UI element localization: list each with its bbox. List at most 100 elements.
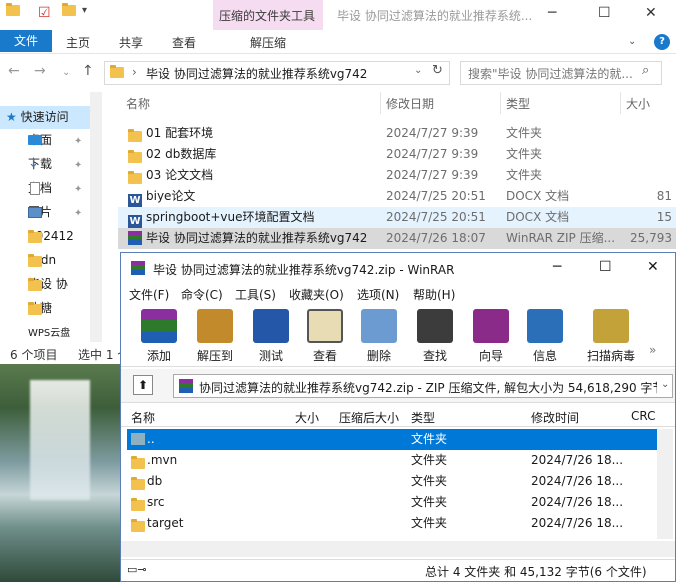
- file-row[interactable]: 02 db数据库 2024/7/27 9:39 文件夹: [118, 144, 676, 165]
- archive-row[interactable]: target 文件夹 2024/7/26 18...: [127, 513, 657, 534]
- archive-hscrollbar[interactable]: [121, 541, 675, 557]
- file-row-selected[interactable]: 毕设 协同过滤算法的就业推荐系统vg742 2024/7/26 18:07 WinR…: [118, 228, 676, 249]
- sidebar-item-folder[interactable]: csdn: [0, 249, 102, 272]
- new-folder-icon[interactable]: [62, 3, 78, 21]
- sidebar-scrollbar[interactable]: [90, 92, 102, 350]
- delete-button[interactable]: 删除: [351, 307, 407, 365]
- archive-row[interactable]: .mvn 文件夹 2024/7/26 18...: [127, 450, 657, 471]
- column-crc[interactable]: CRC: [631, 409, 656, 423]
- winrar-title: 毕设 协同过滤算法的就业推荐系统vg742.zip - WinRAR: [153, 263, 455, 277]
- archive-row-selected[interactable]: .. 文件夹: [127, 429, 657, 450]
- search-icon[interactable]: ⌕: [642, 63, 649, 78]
- wizard-button[interactable]: 向导: [463, 307, 519, 365]
- tab-share[interactable]: 共享: [119, 34, 143, 51]
- delete-icon: [361, 309, 397, 343]
- properties-icon[interactable]: ☑: [38, 5, 54, 21]
- archive-scrollbar[interactable]: [657, 429, 673, 539]
- column-date[interactable]: 修改日期: [386, 95, 434, 112]
- tab-extract[interactable]: 解压缩: [250, 34, 286, 51]
- sidebar-item-desktop[interactable]: 桌面: [0, 129, 102, 152]
- column-type[interactable]: 类型: [506, 95, 530, 112]
- breadcrumb[interactable]: 毕设 协同过滤算法的就业推荐系统vg742: [146, 65, 367, 82]
- quick-access-dropdown-icon[interactable]: ▾: [82, 5, 98, 21]
- up-folder-icon[interactable]: ⬆: [133, 375, 153, 395]
- forward-icon[interactable]: →: [34, 63, 46, 79]
- sidebar-item-folder[interactable]: 毕设 协: [0, 273, 102, 296]
- column-packed-size[interactable]: 压缩后大小: [339, 409, 399, 426]
- toolbar-more-icon[interactable]: »: [649, 343, 656, 357]
- column-size[interactable]: 大小: [295, 409, 319, 426]
- add-button[interactable]: 添加: [131, 307, 187, 365]
- test-icon: [253, 309, 289, 343]
- column-type[interactable]: 类型: [411, 409, 435, 426]
- winrar-icon: [128, 231, 142, 252]
- view-button[interactable]: 查看: [297, 307, 353, 365]
- sidebar-item-downloads[interactable]: 下载: [0, 153, 102, 176]
- wizard-icon: [473, 309, 509, 343]
- file-row[interactable]: 01 配套环境 2024/7/27 9:39 文件夹: [118, 123, 676, 144]
- file-row[interactable]: Wspringboot+vue环境配置文档 2024/7/25 20:51 DOCX…: [118, 207, 676, 229]
- file-row[interactable]: Wbiye论文 2024/7/25 20:51 DOCX 文档 81: [118, 186, 676, 208]
- find-button[interactable]: 查找: [407, 307, 463, 365]
- test-button[interactable]: 测试: [243, 307, 299, 365]
- add-icon: [141, 309, 177, 343]
- menu-command[interactable]: 命令(C): [181, 286, 223, 303]
- minimize-icon[interactable]: ─: [553, 259, 561, 275]
- column-size[interactable]: 大小: [626, 95, 650, 112]
- close-icon[interactable]: ✕: [647, 259, 659, 275]
- up-icon[interactable]: ↑: [82, 63, 94, 79]
- folder-icon: [28, 254, 42, 270]
- help-icon[interactable]: ?: [654, 34, 670, 50]
- extract-to-button[interactable]: 解压到: [187, 307, 243, 365]
- minimize-icon[interactable]: ─: [548, 5, 556, 21]
- window-title: 毕设 协同过滤算法的就业推荐系统...: [337, 9, 533, 23]
- search-placeholder: 搜索"毕设 协同过滤算法的就...: [468, 67, 633, 81]
- path-dropdown-icon[interactable]: ⌄: [661, 379, 669, 390]
- pin-icon: ✦: [74, 136, 83, 147]
- scan-virus-button[interactable]: 扫描病毒: [579, 307, 643, 365]
- winrar-icon: [179, 379, 193, 396]
- file-row[interactable]: 03 论文文档 2024/7/27 9:39 文件夹: [118, 165, 676, 186]
- menu-help[interactable]: 帮助(H): [413, 286, 455, 303]
- winrar-window: 毕设 协同过滤算法的就业推荐系统vg742.zip - WinRAR ─ ☐ ✕…: [120, 252, 676, 582]
- tab-file[interactable]: 文件: [0, 30, 52, 52]
- column-name[interactable]: 名称: [131, 409, 155, 426]
- sidebar-item-documents[interactable]: 文档: [0, 177, 102, 200]
- column-modified[interactable]: 修改时间: [531, 409, 579, 426]
- desktop-icon: [28, 135, 42, 145]
- sidebar-item-wps[interactable]: WPS云盘: [0, 327, 102, 341]
- menu-options[interactable]: 选项(N): [357, 286, 399, 303]
- sidebar-item-folder[interactable]: 202412: [0, 225, 102, 248]
- archive-row[interactable]: db 文件夹 2024/7/26 18...: [127, 471, 657, 492]
- sidebar-item-quick-access[interactable]: ★ 快速访问: [0, 106, 102, 129]
- status-count: 6 个项目: [10, 348, 58, 362]
- maximize-icon[interactable]: ☐: [598, 5, 611, 21]
- column-name[interactable]: 名称: [126, 95, 150, 112]
- back-icon[interactable]: ←: [8, 63, 20, 79]
- sidebar-item-pictures[interactable]: 图片: [0, 201, 102, 224]
- recent-dropdown-icon[interactable]: ⌄: [62, 67, 70, 78]
- refresh-icon[interactable]: ↻: [432, 63, 443, 78]
- waterfall-image: [30, 380, 90, 500]
- info-button[interactable]: 信息: [517, 307, 573, 365]
- menu-tools[interactable]: 工具(S): [235, 286, 276, 303]
- sidebar-item-folder[interactable]: 冰糖: [0, 297, 102, 320]
- menu-favorites[interactable]: 收藏夹(O): [289, 286, 344, 303]
- context-tab-title: 压缩的文件夹工具: [219, 9, 316, 23]
- tab-home[interactable]: 主页: [66, 34, 90, 51]
- tab-view[interactable]: 查看: [172, 34, 196, 51]
- document-icon: [30, 182, 40, 195]
- scan-virus-icon: [593, 309, 629, 343]
- star-icon: ★: [6, 110, 17, 124]
- archive-row[interactable]: src 文件夹 2024/7/26 18...: [127, 492, 657, 513]
- menu-file[interactable]: 文件(F): [129, 286, 169, 303]
- archive-path: 协同过滤算法的就业推荐系统vg742.zip - ZIP 压缩文件, 解包大小为…: [199, 381, 657, 395]
- maximize-icon[interactable]: ☐: [599, 259, 612, 275]
- pin-icon: ✦: [74, 184, 83, 195]
- ribbon-expand-icon[interactable]: ⌄: [628, 36, 636, 47]
- close-icon[interactable]: ✕: [645, 5, 657, 21]
- key-icon: ▭⊸: [127, 563, 147, 576]
- column-divider: [620, 92, 621, 114]
- address-dropdown-icon[interactable]: ⌄: [414, 65, 422, 76]
- folder-icon[interactable]: [6, 3, 22, 21]
